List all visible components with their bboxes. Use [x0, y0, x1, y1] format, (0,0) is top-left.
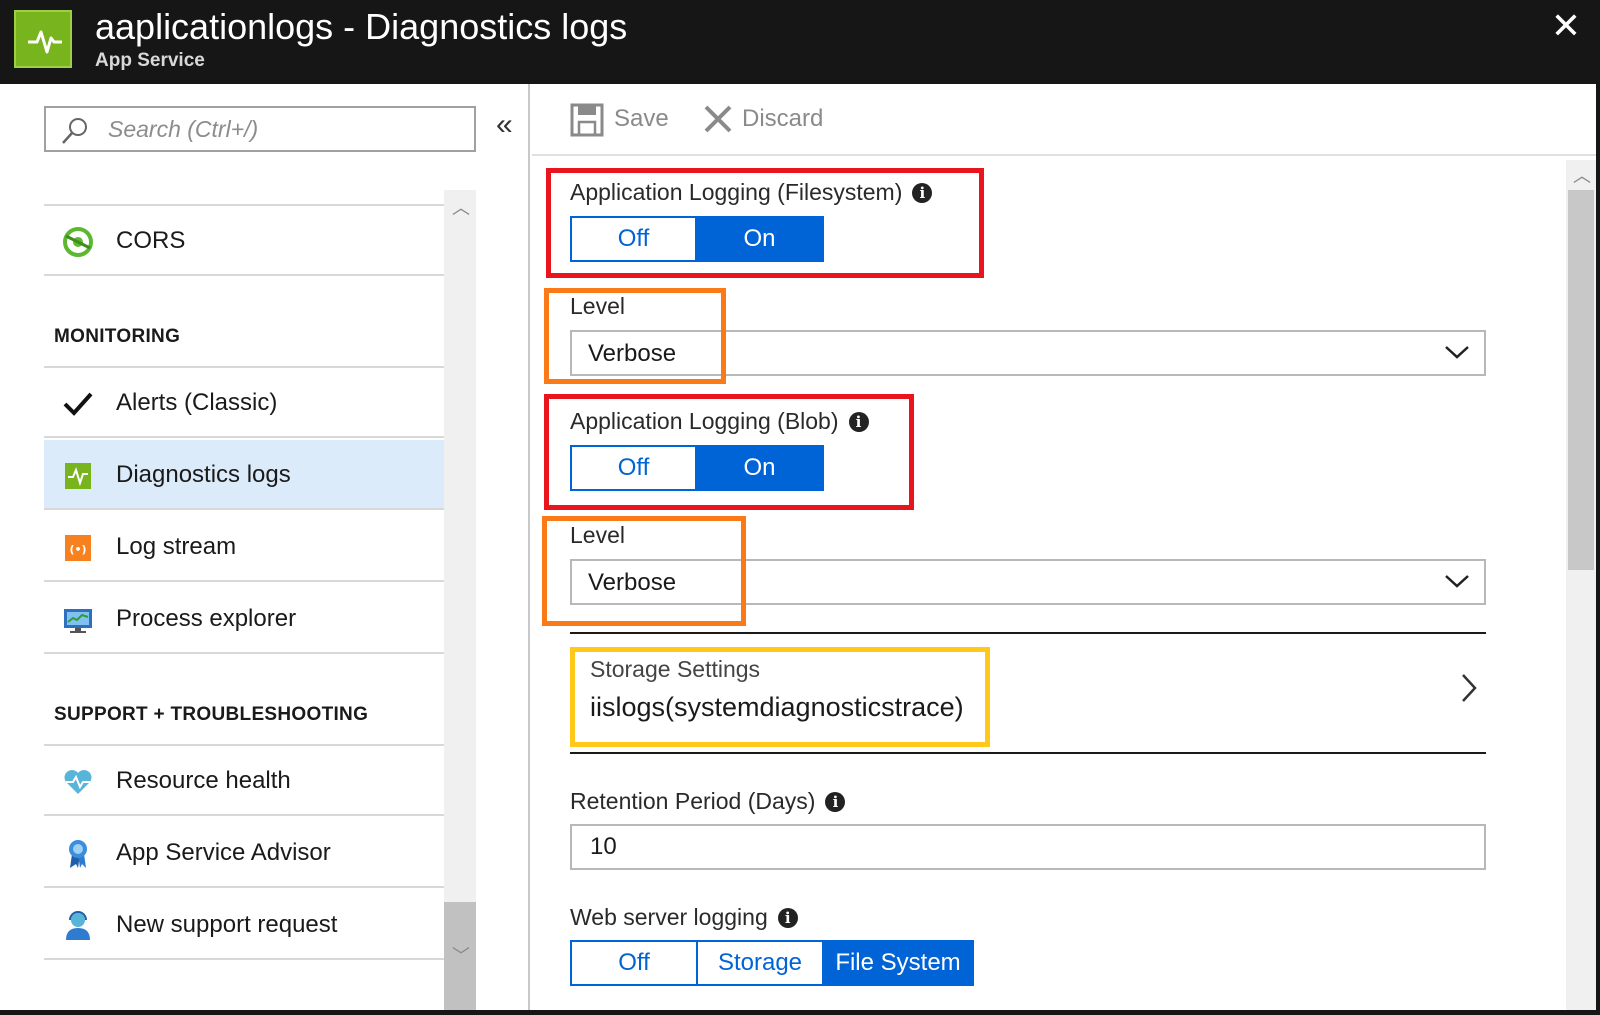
nav-scrollbar[interactable]: ︿ ﹀: [444, 190, 476, 1015]
nav-item-label: Alerts (Classic): [116, 389, 278, 416]
chevron-down-icon: [1444, 573, 1470, 594]
nav-item-log-stream[interactable]: (•) Log stream: [44, 512, 444, 582]
window-edge: [1596, 84, 1600, 1015]
cors-icon: [62, 226, 94, 258]
main-pane: Save Discard Application Logging (Filesy…: [532, 84, 1600, 1015]
level-blob-dropdown[interactable]: Verbose: [570, 559, 1486, 605]
app-logging-filesystem-off[interactable]: Off: [572, 218, 698, 260]
retention-period-input[interactable]: [570, 824, 1486, 870]
nav-item-resource-health[interactable]: Resource health: [44, 746, 444, 816]
level-filesystem-label: Level: [570, 293, 625, 319]
discard-label: Discard: [742, 105, 824, 132]
nav-item-label: Diagnostics logs: [116, 461, 291, 488]
nav-item-app-service-advisor[interactable]: App Service Advisor: [44, 818, 444, 888]
nav-item-label: CORS: [116, 227, 186, 254]
diagnostics-icon: [62, 460, 94, 492]
support-section-header: SUPPORT + TROUBLESHOOTING: [54, 704, 369, 725]
search-icon: [60, 116, 90, 151]
app-logging-blob-label: Application Logging (Blob) i: [570, 408, 869, 435]
level-filesystem-dropdown[interactable]: Verbose: [570, 330, 1486, 376]
search-box: [44, 106, 476, 152]
nav-item-label: Resource health: [116, 767, 291, 794]
support-person-icon: [62, 910, 94, 942]
web-server-logging-off[interactable]: Off: [572, 942, 698, 984]
app-service-logo-icon: [14, 10, 72, 68]
app-logging-blob-on[interactable]: On: [697, 447, 822, 489]
advisor-ribbon-icon: [62, 838, 94, 870]
chevron-right-icon: [1460, 672, 1478, 709]
app-logging-blob-label-text: Application Logging (Blob): [570, 408, 839, 434]
main-scrollbar[interactable]: ︿: [1566, 160, 1596, 1015]
app-logging-filesystem-label-text: Application Logging (Filesystem): [570, 179, 903, 205]
save-label: Save: [614, 105, 669, 132]
monitoring-section-header: MONITORING: [54, 326, 181, 347]
storage-settings-title: Storage Settings: [590, 656, 761, 682]
nav-item-label: Log stream: [116, 533, 237, 560]
level-blob-label: Level: [570, 522, 625, 548]
scroll-up-icon[interactable]: ︿: [1573, 162, 1591, 188]
web-server-logging-label-text: Web server logging: [570, 904, 768, 930]
collapse-menu-button[interactable]: «: [496, 108, 513, 142]
web-server-logging-label: Web server logging i: [570, 904, 798, 931]
save-button[interactable]: Save: [570, 102, 670, 138]
nav-item-label: App Service Advisor: [116, 839, 331, 866]
discard-button[interactable]: Discard: [702, 102, 832, 138]
nav-item-label: Process explorer: [116, 605, 297, 632]
command-bar: Save Discard: [532, 84, 1600, 156]
nav-item-label: New support request: [116, 911, 338, 938]
nav-item-alerts-classic[interactable]: Alerts (Classic): [44, 368, 444, 438]
web-server-logging-storage[interactable]: Storage: [698, 942, 824, 984]
resource-menu: « CORS MONITORING Alerts (Classic): [0, 84, 530, 1015]
main-scrollbar-thumb[interactable]: [1568, 190, 1594, 570]
checkmark-icon: [62, 388, 94, 420]
svg-text:(•): (•): [69, 543, 86, 556]
storage-settings-value: iislogs(systemdiagnosticstrace): [590, 692, 964, 722]
info-icon[interactable]: i: [912, 183, 933, 203]
nav-item-new-support-request[interactable]: New support request: [44, 890, 444, 960]
title-bar: aaplicationlogs - Diagnostics logs App S…: [0, 0, 1600, 84]
window-edge: [0, 1010, 1600, 1015]
retention-period-label: Retention Period (Days) i: [570, 788, 846, 815]
info-icon[interactable]: i: [825, 792, 846, 812]
app-logging-filesystem-on[interactable]: On: [697, 218, 822, 260]
scroll-up-icon[interactable]: ︿: [452, 194, 470, 220]
save-icon: [570, 103, 604, 144]
level-blob-value: Verbose: [588, 569, 677, 596]
info-icon[interactable]: i: [777, 908, 798, 928]
app-logging-filesystem-toggle: Off On: [570, 216, 824, 262]
scroll-down-icon[interactable]: ﹀: [452, 942, 470, 968]
nav-item-diagnostics-logs[interactable]: Diagnostics logs: [44, 440, 444, 510]
level-filesystem-value: Verbose: [588, 340, 677, 367]
log-stream-icon: (•): [62, 532, 94, 564]
chevron-down-icon: [1444, 344, 1470, 365]
web-server-logging-file-system[interactable]: File System: [824, 942, 972, 984]
nav-item-process-explorer[interactable]: Process explorer: [44, 584, 444, 654]
app-logging-filesystem-label: Application Logging (Filesystem) i: [570, 179, 933, 206]
retention-period-label-text: Retention Period (Days): [570, 788, 816, 814]
close-button[interactable]: ✕: [1548, 8, 1584, 44]
process-explorer-icon: [62, 604, 94, 636]
page-subtitle: App Service: [95, 50, 205, 71]
heart-icon: [62, 766, 94, 798]
app-logging-blob-off[interactable]: Off: [572, 447, 698, 489]
app-logging-blob-toggle: Off On: [570, 445, 824, 491]
discard-x-icon: [702, 103, 734, 142]
web-server-logging-toggle: Off Storage File System: [570, 940, 974, 986]
info-icon[interactable]: i: [848, 412, 869, 432]
storage-settings-row[interactable]: Storage Settings iislogs(systemdiagnosti…: [570, 632, 1486, 754]
search-input[interactable]: [108, 114, 464, 144]
nav-item-cors[interactable]: CORS: [44, 206, 444, 276]
page-title: aaplicationlogs - Diagnostics logs: [95, 6, 628, 47]
